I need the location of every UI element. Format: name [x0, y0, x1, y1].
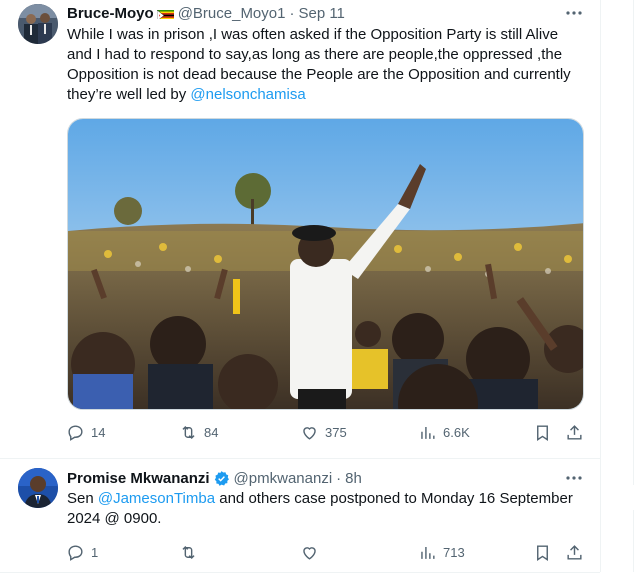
reply-icon [68, 544, 83, 561]
sidebar-edge [630, 0, 641, 572]
view-count: 6.6K [443, 424, 470, 440]
share-icon [567, 424, 582, 440]
divider [633, 0, 634, 485]
separator-dot: · [336, 469, 342, 487]
divider [633, 510, 634, 572]
bookmark-button[interactable] [533, 420, 552, 444]
author-handle[interactable]: @Bruce_Moyo1 [178, 5, 286, 22]
tweet-photo[interactable] [67, 118, 584, 410]
tweet-text-body: While I was in prison ,I was often asked… [67, 26, 571, 103]
tweet[interactable]: Promise Mkwananzi @pmkwananzi · 8h Sen @… [0, 459, 600, 573]
like-button[interactable] [300, 540, 325, 564]
bookmark-icon [537, 424, 548, 441]
bookmark-icon [537, 544, 548, 561]
tweet-actions: 14 84 375 6.6K [63, 420, 590, 444]
tweet[interactable]: Bruce-Moyo @Bruce_Moyo1 · Sep 11 While I… [0, 0, 600, 459]
repost-button[interactable] [179, 540, 204, 564]
tweet-timestamp[interactable]: Sep 11 [298, 5, 344, 22]
views-button[interactable]: 6.6K [418, 420, 470, 444]
like-button[interactable]: 375 [300, 420, 347, 444]
zimbabwe-flag-icon [156, 8, 174, 19]
share-button[interactable] [565, 540, 584, 564]
reply-button[interactable]: 14 [66, 420, 105, 444]
tweet-text: Sen @JamesonTimba and others case postpo… [67, 489, 585, 529]
reply-count: 1 [91, 544, 99, 560]
repost-count: 84 [204, 424, 219, 440]
reply-button[interactable]: 1 [66, 540, 98, 564]
more-options-icon[interactable] [564, 468, 584, 488]
tweet-text-body: Sen [67, 490, 98, 507]
repost-icon [182, 425, 195, 439]
verified-badge-icon [213, 470, 230, 487]
mention-link[interactable]: @JamesonTimba [98, 490, 215, 507]
like-count: 375 [325, 424, 347, 440]
tweet-header: Promise Mkwananzi @pmkwananzi · 8h [67, 468, 362, 488]
tweet-text: While I was in prison ,I was often asked… [67, 25, 585, 105]
tweet-header: Bruce-Moyo @Bruce_Moyo1 · Sep 11 [67, 3, 345, 23]
avatar[interactable] [18, 468, 58, 508]
views-button[interactable]: 713 [418, 540, 465, 564]
bookmark-button[interactable] [533, 540, 552, 564]
share-button[interactable] [565, 420, 584, 444]
mention-link[interactable]: @nelsonchamisa [190, 86, 305, 103]
reply-icon [68, 424, 83, 441]
reply-count: 14 [91, 424, 106, 440]
tweet-actions: 1 713 [63, 540, 590, 564]
analytics-icon [421, 426, 435, 439]
analytics-icon [421, 546, 435, 559]
more-options-icon[interactable] [564, 3, 584, 23]
repost-button[interactable]: 84 [179, 420, 218, 444]
view-count: 713 [443, 544, 465, 560]
heart-icon [303, 426, 316, 440]
separator-dot: · [289, 4, 295, 22]
repost-icon [182, 545, 195, 559]
tweet-timestamp[interactable]: 8h [345, 470, 362, 487]
share-icon [567, 544, 582, 560]
heart-icon [303, 546, 316, 560]
avatar[interactable] [18, 4, 58, 44]
author-name[interactable]: Bruce-Moyo [67, 5, 154, 22]
timeline-feed: Bruce-Moyo @Bruce_Moyo1 · Sep 11 While I… [0, 0, 601, 573]
author-handle[interactable]: @pmkwananzi [234, 470, 333, 487]
author-name[interactable]: Promise Mkwananzi [67, 470, 210, 487]
